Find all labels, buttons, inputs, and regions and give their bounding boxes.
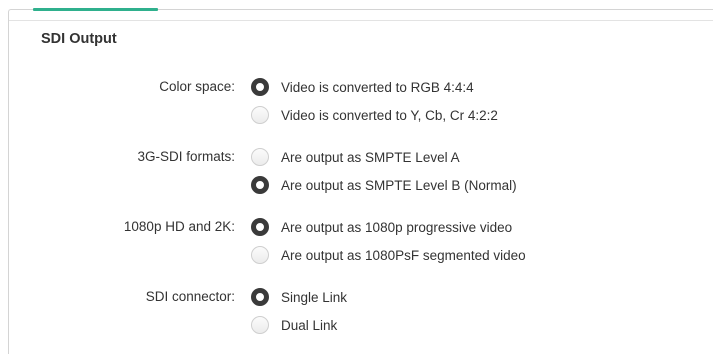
option-label: Single Link [281,289,348,305]
radio-unselected-icon[interactable] [251,106,269,124]
1080p-hd-2k-label: 1080p HD and 2K: [123,219,235,234]
1080p-option-progressive[interactable]: Are output as 1080p progressive video [251,216,512,238]
radio-selected-icon[interactable] [251,176,269,194]
setting-1080p-hd-2k: 1080p HD and 2K: Are output as 1080p pro… [0,216,713,238]
color-space-option-rgb[interactable]: Video is converted to RGB 4:4:4 [251,76,474,98]
setting-sdi-connector-alt: Dual Link [0,314,713,336]
radio-unselected-icon[interactable] [251,148,269,166]
3g-sdi-formats-label: 3G-SDI formats: [137,149,235,164]
option-label: Are output as 1080PsF segmented video [281,247,526,263]
option-label: Video is converted to Y, Cb, Cr 4:2:2 [281,107,498,123]
sdi-connector-option-dual[interactable]: Dual Link [251,314,337,336]
option-label: Are output as SMPTE Level A [281,149,460,165]
3g-sdi-option-level-a[interactable]: Are output as SMPTE Level A [251,146,460,168]
option-label: Are output as 1080p progressive video [281,219,513,235]
radio-selected-icon[interactable] [251,78,269,96]
radio-unselected-icon[interactable] [251,316,269,334]
radio-selected-icon[interactable] [251,218,269,236]
section-title: SDI Output [41,31,117,47]
radio-unselected-icon[interactable] [251,246,269,264]
3g-sdi-option-level-b[interactable]: Are output as SMPTE Level B (Normal) [251,174,517,196]
color-space-option-ycbcr[interactable]: Video is converted to Y, Cb, Cr 4:2:2 [251,104,498,126]
sdi-connector-label: SDI connector: [145,289,235,304]
setting-color-space: Color space: Video is converted to RGB 4… [0,76,713,98]
option-label: Are output as SMPTE Level B (Normal) [281,177,517,193]
1080p-option-psf[interactable]: Are output as 1080PsF segmented video [251,244,526,266]
setting-color-space-alt: Video is converted to Y, Cb, Cr 4:2:2 [0,104,713,126]
setting-3g-sdi-formats: 3G-SDI formats: Are output as SMPTE Leve… [0,146,713,168]
option-label: Dual Link [281,317,338,333]
color-space-label: Color space: [159,79,235,94]
setting-1080p-hd-2k-alt: Are output as 1080PsF segmented video [0,244,713,266]
setting-3g-sdi-formats-alt: Are output as SMPTE Level B (Normal) [0,174,713,196]
option-label: Video is converted to RGB 4:4:4 [281,79,474,95]
active-tab-indicator [33,8,158,11]
sdi-connector-option-single[interactable]: Single Link [251,286,347,308]
setting-sdi-connector: SDI connector: Single Link [0,286,713,308]
radio-selected-icon[interactable] [251,288,269,306]
tab-divider [9,20,713,21]
